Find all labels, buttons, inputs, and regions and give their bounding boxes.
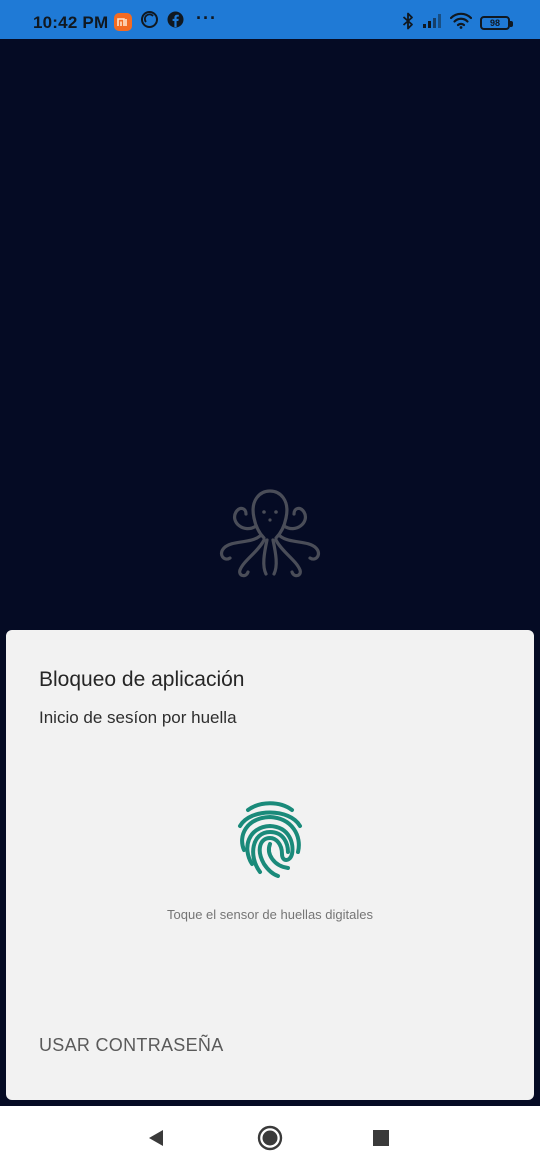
octopus-logo-icon <box>216 478 324 582</box>
facebook-icon <box>167 11 184 33</box>
fingerprint-icon[interactable] <box>236 800 304 878</box>
back-triangle-icon[interactable] <box>142 1124 170 1152</box>
dialog-subtitle: Inicio de sesíon por huella <box>39 708 237 727</box>
dialog-title: Bloqueo de aplicación <box>39 668 245 691</box>
status-time: 10:42 PM <box>33 13 109 32</box>
home-circle-icon[interactable] <box>256 1124 284 1152</box>
recents-square-icon[interactable] <box>367 1124 395 1152</box>
fingerprint-dialog: Bloqueo de aplicación Inicio de sesíon p… <box>6 630 534 1100</box>
bluetooth-icon <box>402 12 414 35</box>
battery-level: 98 <box>489 18 500 28</box>
status-notification-icons: ··· <box>114 8 217 34</box>
mi-app-icon <box>114 13 132 31</box>
use-password-button[interactable]: USAR CONTRASEÑA <box>39 1035 224 1056</box>
more-notifications-indicator: ··· <box>196 7 217 28</box>
wifi-icon <box>449 12 473 34</box>
status-bar: 10:42 PM ··· 98 <box>0 0 540 39</box>
status-system-icons: 98 <box>402 12 513 35</box>
fingerprint-hint: Toque el sensor de huellas digitales <box>167 907 373 922</box>
navigation-bar <box>0 1106 540 1170</box>
battery-icon: 98 <box>480 16 513 30</box>
cell-signal-icon <box>422 13 442 34</box>
sync-circle-icon <box>140 10 159 34</box>
